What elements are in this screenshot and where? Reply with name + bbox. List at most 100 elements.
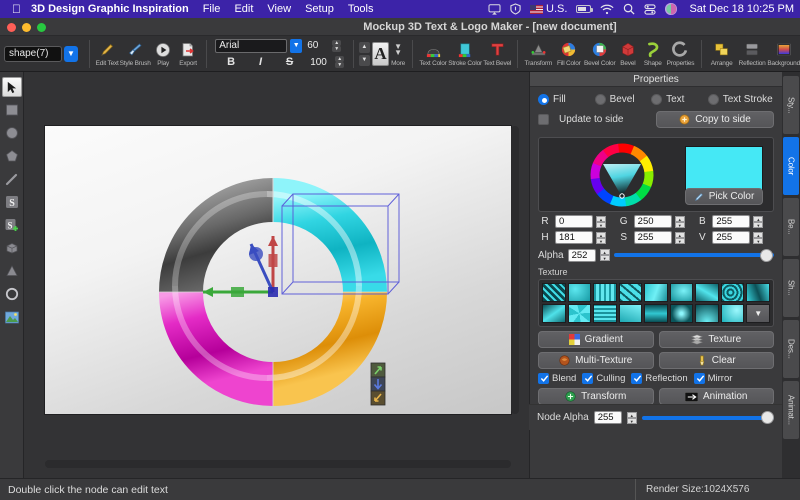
mirror-checkbox[interactable] (693, 373, 705, 384)
texture-swatch[interactable] (695, 304, 719, 323)
transform-button[interactable]: Transform (523, 40, 553, 67)
radio-fill-dot[interactable] (538, 94, 549, 105)
text-bevel-button[interactable]: Text Bevel (482, 40, 512, 67)
line-icon[interactable] (2, 169, 22, 189)
tracking-stepper[interactable]: ▲ ▼ (335, 56, 345, 68)
radio-bevel[interactable]: Bevel (594, 94, 648, 105)
chevron-down-icon[interactable]: ▼ (64, 45, 78, 62)
texture-swatch[interactable] (644, 304, 668, 323)
battery-icon[interactable] (576, 5, 594, 13)
siri-icon[interactable] (665, 3, 678, 15)
style-brush-button[interactable]: Style Brush (120, 40, 151, 67)
node-alpha-slider-knob[interactable] (761, 411, 774, 424)
alpha-field[interactable]: 252 (567, 248, 596, 262)
g-stepper[interactable]: ▲ ▼ (674, 215, 685, 228)
airplay-icon[interactable] (488, 3, 501, 15)
wifi-icon[interactable] (600, 4, 614, 15)
text-color-button[interactable]: Text Color (418, 40, 448, 67)
color-picker-area[interactable]: Pick Color (538, 137, 774, 212)
circle-icon[interactable] (2, 123, 22, 143)
transform-panel-button[interactable]: Transform (538, 388, 654, 405)
alpha-slider-knob[interactable] (760, 248, 774, 262)
node-alpha-field[interactable]: 255 (593, 411, 622, 424)
texture-more-chevron-down-icon[interactable]: ▼ (746, 304, 770, 323)
minimize-button[interactable] (22, 22, 31, 32)
shape-selector[interactable]: shape(7) ▼ (4, 45, 78, 62)
r-stepper[interactable]: ▲ ▼ (596, 215, 606, 228)
reflection-checkbox[interactable] (631, 373, 643, 384)
texture-swatch[interactable] (720, 283, 745, 302)
shield-icon[interactable] (510, 3, 521, 15)
radio-text-stroke[interactable]: Text Stroke (707, 94, 776, 105)
texture-swatch[interactable] (644, 283, 668, 302)
menu-view[interactable]: View (267, 3, 291, 15)
menu-edit[interactable]: Edit (234, 3, 253, 15)
viewport-horizontal-scrollbar[interactable] (45, 460, 511, 468)
radio-fill[interactable]: Fill (538, 94, 591, 105)
tab-design[interactable]: Des... (783, 320, 799, 378)
bevel-button[interactable]: Bevel (615, 40, 640, 67)
font-family-chevron-down-icon[interactable]: ▼ (290, 38, 303, 53)
bold-button[interactable]: B (227, 56, 235, 68)
menubar-app-name[interactable]: 3D Design Graphic Inspiration (31, 3, 189, 15)
b-stepper[interactable]: ▲ ▼ (753, 215, 764, 228)
fill-color-button[interactable]: Fill Color (554, 40, 584, 67)
blend-checkbox-item[interactable]: Blend (538, 373, 576, 384)
tab-bevel[interactable]: Be... (783, 198, 799, 256)
torus-icon[interactable] (2, 284, 22, 304)
texture-swatch[interactable] (593, 283, 617, 302)
uppercase-stepper-up[interactable]: ▲ (358, 41, 370, 53)
clear-button[interactable]: Clear (658, 352, 774, 369)
apple-icon[interactable]:  (12, 3, 21, 15)
blend-checkbox[interactable] (538, 373, 549, 384)
arrange-button[interactable]: Arrange (706, 40, 736, 67)
mirror-checkbox-item[interactable]: Mirror (693, 373, 732, 384)
texture-swatch[interactable] (567, 283, 592, 302)
background-button[interactable]: Background (767, 40, 800, 67)
tab-shape[interactable]: Sh... (783, 259, 799, 317)
node-alpha-stepper[interactable]: ▲ ▼ (626, 411, 637, 424)
cone-icon[interactable] (2, 261, 22, 281)
texture-swatch[interactable] (618, 304, 643, 323)
uppercase-stepper-down[interactable]: ▼ (358, 54, 370, 66)
radio-text-stroke-dot[interactable] (707, 94, 719, 105)
edit-text-button[interactable]: Edit Text (95, 40, 120, 67)
texture-swatch[interactable] (695, 283, 719, 302)
bevel-color-button[interactable]: Bevel Color (584, 40, 616, 67)
viewport-vertical-scrollbar[interactable] (511, 126, 519, 414)
tab-color[interactable]: Color (783, 137, 799, 195)
culling-checkbox-item[interactable]: Culling (582, 373, 625, 384)
texture-swatch[interactable] (542, 304, 566, 323)
export-button[interactable]: Export (176, 40, 201, 67)
menu-setup[interactable]: Setup (305, 3, 334, 15)
add-text-icon[interactable]: S (2, 215, 22, 235)
image-icon[interactable] (2, 307, 22, 327)
italic-button[interactable]: I (259, 56, 262, 68)
s-field[interactable]: 255 (633, 231, 672, 244)
zoom-button[interactable] (37, 22, 46, 32)
tab-style[interactable]: Sty... (783, 76, 799, 134)
texture-swatch[interactable] (567, 304, 592, 323)
current-color-swatch[interactable] (685, 146, 763, 191)
copy-to-side-button[interactable]: Copy to side (656, 111, 774, 128)
texture-grid[interactable]: ▼ (538, 279, 774, 327)
h-field[interactable]: 181 (555, 231, 593, 244)
stroke-color-button[interactable]: Stroke Color (448, 40, 482, 67)
font-preview-icon[interactable]: A (371, 41, 390, 66)
text-s-icon[interactable]: S (2, 192, 22, 212)
play-button[interactable]: Play (151, 40, 176, 67)
radio-text[interactable]: Text (651, 94, 704, 105)
update-to-side-checkbox[interactable] (538, 114, 549, 125)
strike-button[interactable]: S (286, 56, 293, 68)
pick-color-button[interactable]: Pick Color (685, 188, 763, 205)
tracking-input[interactable]: 100 (308, 56, 332, 69)
r-field[interactable]: 0 (555, 215, 593, 228)
texture-swatch[interactable] (669, 304, 694, 323)
alpha-stepper[interactable]: ▲ ▼ (599, 249, 610, 261)
tab-animation[interactable]: Animat... (783, 381, 799, 439)
shape-button[interactable]: Shape (640, 40, 665, 67)
v-field[interactable]: 255 (712, 231, 751, 244)
menubar-clock[interactable]: Sat Dec 18 10:25 PM (689, 3, 794, 15)
texture-button[interactable]: Texture (658, 331, 774, 348)
reflection-button[interactable]: Reflection (737, 40, 767, 67)
